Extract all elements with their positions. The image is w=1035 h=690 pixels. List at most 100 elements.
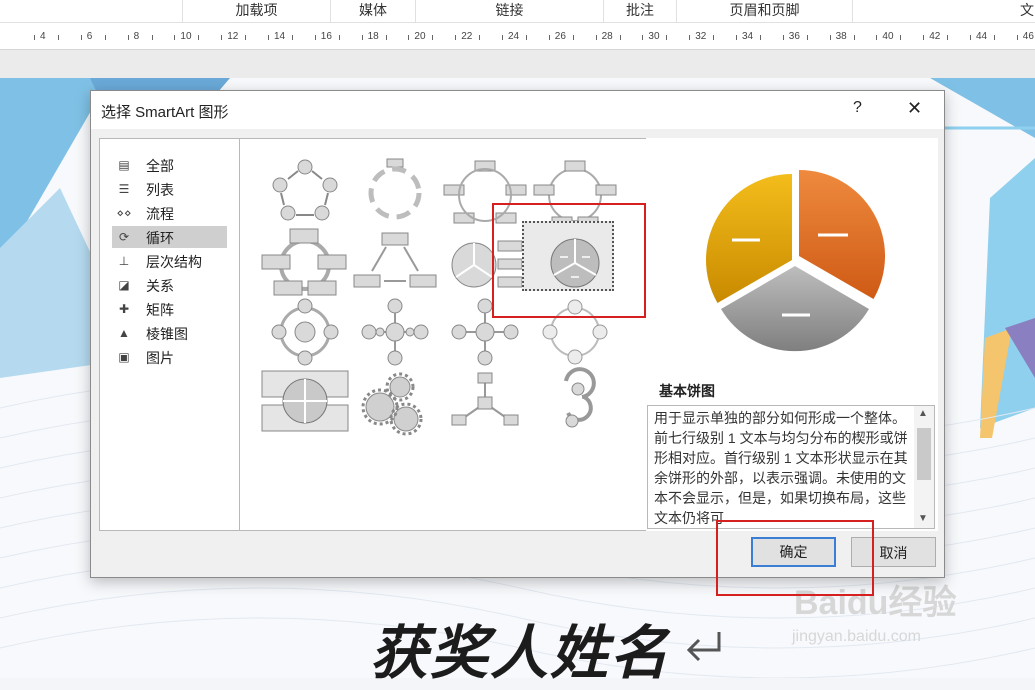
all-icon: ▤ (118, 158, 130, 172)
layout-description[interactable]: 用于显示单独的部分如何形成一个整体。前七行级别 1 文本与均匀分布的楔形或饼形相… (647, 405, 935, 529)
dialog-titlebar[interactable]: 选择 SmartArt 图形 ? ✕ (91, 91, 944, 129)
category-list: ▤ 全部 ☰ 列表 ⋄⋄ 流程 ⟳ 循环 ⊥ 层次结构 ◪ 关系 ✚ 矩阵 ▲ (99, 138, 240, 531)
description-scrollbar[interactable]: ▲ ▼ (914, 406, 934, 528)
ok-button[interactable]: 确定 (751, 537, 836, 567)
layout-hub-and-spoke[interactable] (440, 367, 530, 437)
horizontal-ruler[interactable]: 4 6 8 10 12 14 16 18 20 22 24 26 28 30 32 34 36 38 40 42 44 4… (0, 23, 1035, 50)
ruler-number: 46 (1022, 31, 1034, 42)
ruler-number: 40 (882, 31, 894, 42)
cancel-button[interactable]: 取消 (851, 537, 936, 567)
ruler-tick (994, 35, 995, 40)
ruler-tick (970, 35, 971, 40)
ruler-tick (34, 35, 35, 40)
layout-nondirectional-cycle[interactable] (260, 227, 350, 297)
scroll-up-icon[interactable]: ▲ (918, 408, 928, 419)
close-button[interactable]: ✕ (907, 98, 922, 119)
ribbon-group-links: 链接 (416, 0, 604, 22)
layout-diverging-radial[interactable] (350, 227, 440, 297)
ruler-number: 36 (788, 31, 800, 42)
category-item-matrix[interactable]: ✚ 矩阵 (112, 298, 227, 320)
pie-preview (705, 170, 886, 352)
layout-gallery (239, 138, 647, 531)
layout-basic-pie[interactable] (530, 227, 620, 297)
ruler-tick (174, 35, 176, 40)
ruler-tick (221, 35, 223, 40)
ruler-number: 42 (929, 31, 941, 42)
category-item-picture[interactable]: ▣ 图片 (112, 346, 227, 368)
ruler-tick (292, 35, 293, 40)
ruler-tick (782, 35, 784, 40)
ribbon-group-text: 文 (1020, 2, 1034, 18)
ruler-tick (314, 35, 316, 40)
ruler-tick (361, 35, 363, 40)
picture-icon: ▣ (118, 350, 130, 364)
ruler-tick (245, 35, 247, 40)
layout-segmented-cycle[interactable] (530, 157, 620, 227)
layout-gear[interactable] (350, 367, 440, 437)
list-icon: ☰ (118, 182, 130, 196)
ruler-tick (1016, 35, 1018, 40)
category-item-pyramid[interactable]: ▲ 棱锥图 (112, 322, 227, 344)
category-item-relationship[interactable]: ◪ 关系 (112, 274, 227, 296)
layout-block-cycle[interactable] (440, 157, 530, 227)
process-icon: ⋄⋄ (116, 206, 132, 220)
ruler-tick (736, 35, 737, 40)
layout-cycle-quadrant[interactable] (260, 367, 350, 437)
layout-basic-radial[interactable] (350, 297, 440, 367)
ruler-number: 38 (835, 31, 847, 42)
ribbon-group-labels: 加载项 媒体 链接 批注 页眉和页脚 文 (0, 0, 1035, 23)
ruler-number: 6 (86, 31, 93, 42)
help-button[interactable]: ? (853, 99, 862, 117)
ruler-tick (268, 35, 269, 40)
ruler-number: 8 (133, 31, 140, 42)
category-item-process[interactable]: ⋄⋄ 流程 (112, 202, 227, 224)
category-item-cycle[interactable]: ⟳ 循环 (112, 226, 227, 248)
ruler-tick (595, 35, 597, 40)
ruler-number: 4 (40, 31, 46, 42)
ruler-tick (526, 35, 527, 40)
ruler-number: 26 (554, 31, 566, 42)
smartart-dialog: 选择 SmartArt 图形 ? ✕ ▤ 全部 ☰ 列表 ⋄⋄ 流程 ⟳ 循环 … (90, 90, 945, 578)
scroll-down-icon[interactable]: ▼ (918, 513, 928, 524)
layout-basic-cycle[interactable] (260, 157, 350, 227)
layout-radial-cycle[interactable] (260, 297, 350, 367)
ruler-tick (127, 35, 129, 40)
layout-radial-list[interactable] (530, 297, 620, 367)
watermark-url: jingyan.baidu.com (792, 628, 921, 645)
category-item-all[interactable]: ▤ 全部 (112, 154, 227, 176)
ruler-tick (829, 35, 831, 40)
ruler-tick (455, 35, 457, 40)
ruler-number: 30 (648, 31, 660, 42)
pyramid-icon: ▲ (118, 326, 130, 340)
paragraph-mark-icon (686, 632, 721, 662)
ribbon-group-blank (0, 0, 183, 22)
category-item-hierarchy[interactable]: ⊥ 层次结构 (112, 250, 227, 272)
ruler-tick (900, 35, 902, 40)
ruler-number: 24 (508, 31, 520, 42)
layout-spiral[interactable] (530, 367, 620, 437)
scrollbar-thumb[interactable] (917, 428, 931, 480)
award-name-heading[interactable]: 获奖人姓名 (370, 606, 670, 690)
ruler-tick (432, 35, 434, 40)
ruler-number: 18 (367, 31, 379, 42)
cycle-icon: ⟳ (118, 230, 130, 244)
layout-radial-venn[interactable] (440, 297, 530, 367)
ruler-tick (58, 35, 59, 40)
layout-text-cycle[interactable] (350, 157, 440, 227)
ruler-tick (548, 35, 550, 40)
ruler-tick (408, 35, 410, 40)
ruler-tick (923, 35, 925, 40)
ruler-tick (151, 35, 153, 40)
layout-description-text: 用于显示单独的部分如何形成一个整体。前七行级别 1 文本与均匀分布的楔形或饼形相… (654, 410, 908, 526)
category-item-list[interactable]: ☰ 列表 (112, 178, 227, 200)
ruler-number: 44 (976, 31, 988, 42)
ruler-number: 20 (414, 31, 426, 42)
hierarchy-icon: ⊥ (118, 254, 130, 268)
ruler-tick (760, 35, 761, 40)
ruler-tick (666, 35, 668, 40)
ruler-tick (876, 35, 878, 40)
layout-cycle-matrix[interactable] (440, 227, 530, 297)
ribbon-group-media: 媒体 (331, 0, 416, 22)
ruler-tick (479, 35, 481, 40)
ruler-tick (806, 35, 808, 40)
